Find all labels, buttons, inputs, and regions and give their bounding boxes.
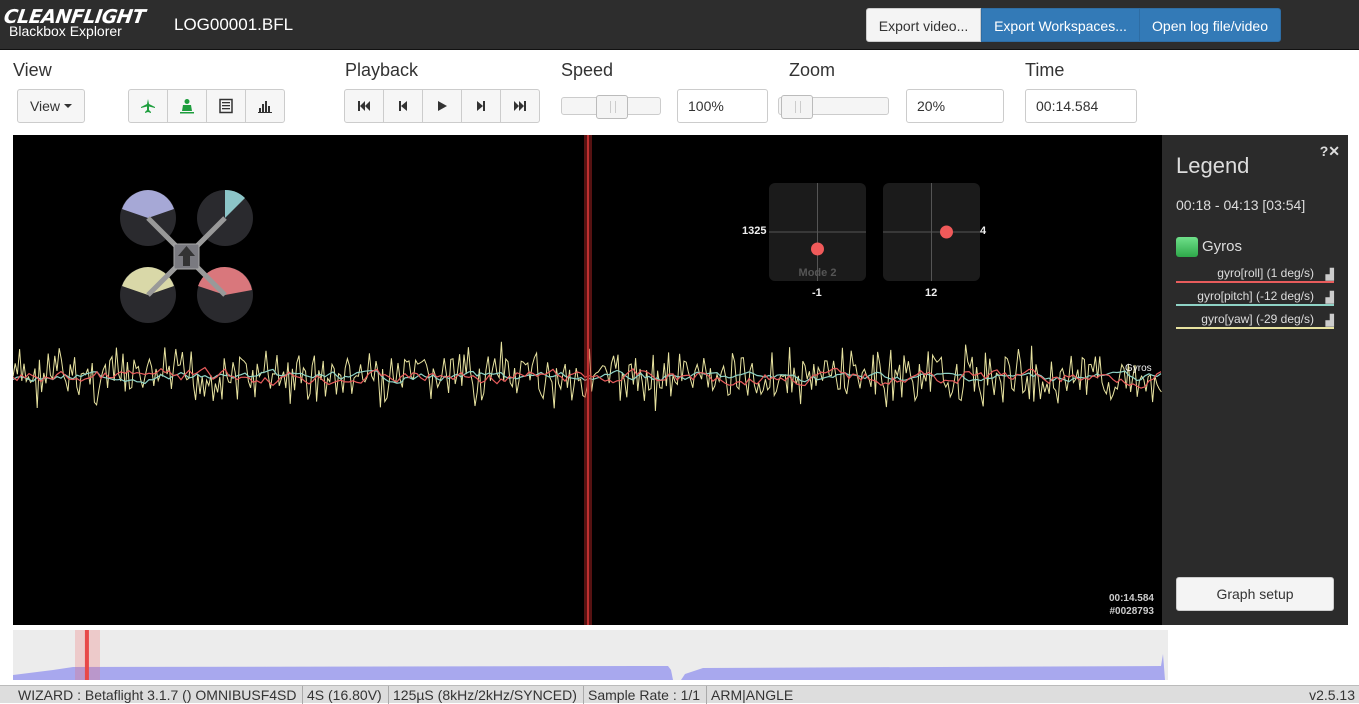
stick-right-side-label: 4 (980, 225, 987, 237)
legend-field-label: gyro[yaw] (-29 deg/s) (1201, 312, 1314, 326)
legend-field-label: gyro[pitch] (-12 deg/s) (1197, 289, 1314, 303)
seek-bar[interactable] (13, 630, 1168, 680)
sticks-view-button[interactable] (167, 89, 207, 123)
top-navbar: CLEANFLIGHT Blackbox Explorer LOG00001.B… (0, 0, 1359, 50)
view-dropdown-label: View (29, 98, 61, 114)
close-icon[interactable]: ✕ (1328, 143, 1340, 159)
seek-activity-svg (13, 630, 1165, 680)
skip-end-icon (514, 101, 526, 111)
seek-position-marker[interactable] (84, 630, 89, 680)
time-input[interactable]: 00:14.584 (1025, 89, 1137, 123)
speed-input[interactable]: 100% (677, 89, 768, 123)
zoom-slider-handle[interactable] (780, 95, 813, 119)
status-sample-rate: Sample Rate : 1/1 (583, 686, 704, 704)
legend-controls: ?✕ (1320, 143, 1340, 160)
status-looptime: 125µS (8kHz/2kHz/SYNCED) (388, 686, 581, 704)
stick-mode-label: Mode 2 (799, 267, 837, 279)
time-readout: 00:14.584 #0028793 (1109, 592, 1154, 618)
time-title: Time (1025, 60, 1065, 80)
caret-down-icon (64, 104, 73, 108)
legend-field-label: gyro[roll] (1 deg/s) (1217, 266, 1314, 280)
stick-right (883, 183, 980, 281)
speed-title: Speed (561, 60, 614, 80)
play-icon (438, 101, 447, 111)
stick-right-bottom-label: 12 (925, 287, 938, 299)
analyser-icon (258, 101, 272, 113)
table-view-button[interactable] (206, 89, 246, 123)
speed-slider-handle[interactable] (596, 95, 628, 119)
playback-title: Playback (345, 60, 419, 80)
legend-swatch-yaw (1176, 327, 1334, 329)
jump-start-button[interactable] (344, 89, 384, 123)
view-dropdown[interactable]: View (17, 89, 85, 123)
legend-swatch-pitch (1176, 304, 1334, 306)
analyser-view-button[interactable] (245, 89, 285, 123)
graph-setup-button[interactable]: Graph setup (1176, 577, 1334, 611)
skip-start-icon (358, 101, 370, 111)
toolbar: View View Playback Speed 100% Zoom 20% T… (0, 51, 1359, 134)
step-back-icon (399, 101, 407, 111)
log-graph-canvas[interactable]: Mode 2 1325 -1 4 12 Gyros 00:14.584 #002… (13, 135, 1162, 625)
app-subtitle: Blackbox Explorer (9, 23, 122, 39)
stick-left-bottom-label: -1 (812, 287, 822, 299)
status-bar: WIZARD : Betaflight 3.1.7 () OMNIBUSF4SD… (0, 685, 1359, 704)
frame-number: #0028793 (1109, 606, 1155, 617)
group-name[interactable]: Gyros (1202, 238, 1242, 255)
zoom-input[interactable]: 20% (906, 89, 1004, 123)
log-file-name: LOG00001.BFL (174, 15, 294, 34)
table-icon (219, 98, 233, 114)
export-workspaces-button[interactable]: Export Workspaces... (981, 8, 1140, 42)
legend-title: Legend (1176, 153, 1250, 178)
help-icon[interactable]: ? (1320, 143, 1329, 159)
legend-swatch-roll (1176, 281, 1334, 283)
group-toggle[interactable] (1176, 237, 1198, 257)
craft-model (120, 189, 253, 323)
status-firmware: WIZARD : Betaflight 3.1.7 () OMNIBUSF4SD (18, 687, 297, 703)
series-axis-label: Gyros (1125, 363, 1152, 374)
zoom-title: Zoom (789, 60, 836, 80)
stick-left-position (811, 242, 824, 256)
play-button[interactable] (422, 89, 462, 123)
craft-view-button[interactable] (128, 89, 168, 123)
status-flight-mode: ARM|ANGLE (706, 686, 797, 704)
export-video-button[interactable]: Export video... (866, 8, 981, 42)
step-forward-icon (477, 101, 485, 111)
speed-slider[interactable] (561, 95, 661, 119)
step-forward-button[interactable] (461, 89, 501, 123)
current-time: 00:14.584 (1108, 593, 1154, 604)
airplane-icon (141, 99, 155, 113)
stick-left: Mode 2 (769, 183, 866, 281)
app-version: v2.5.13 (1309, 687, 1355, 703)
open-log-button[interactable]: Open log file/video (1139, 8, 1281, 42)
brand: CLEANFLIGHT Blackbox Explorer (2, 6, 164, 44)
step-back-button[interactable] (383, 89, 423, 123)
stick-right-position (940, 225, 953, 239)
pilot-icon (180, 99, 194, 114)
playhead-line[interactable] (587, 135, 589, 625)
legend-time-range: 00:18 - 04:13 [03:54] (1176, 197, 1306, 213)
zoom-slider[interactable] (778, 95, 889, 119)
legend-panel: Legend ?✕ 00:18 - 04:13 [03:54] Gyros gy… (1162, 135, 1348, 625)
jump-end-button[interactable] (500, 89, 540, 123)
stick-left-top-label: 1325 (742, 225, 767, 237)
status-battery: 4S (16.80V) (302, 686, 386, 704)
view-title: View (13, 60, 52, 80)
